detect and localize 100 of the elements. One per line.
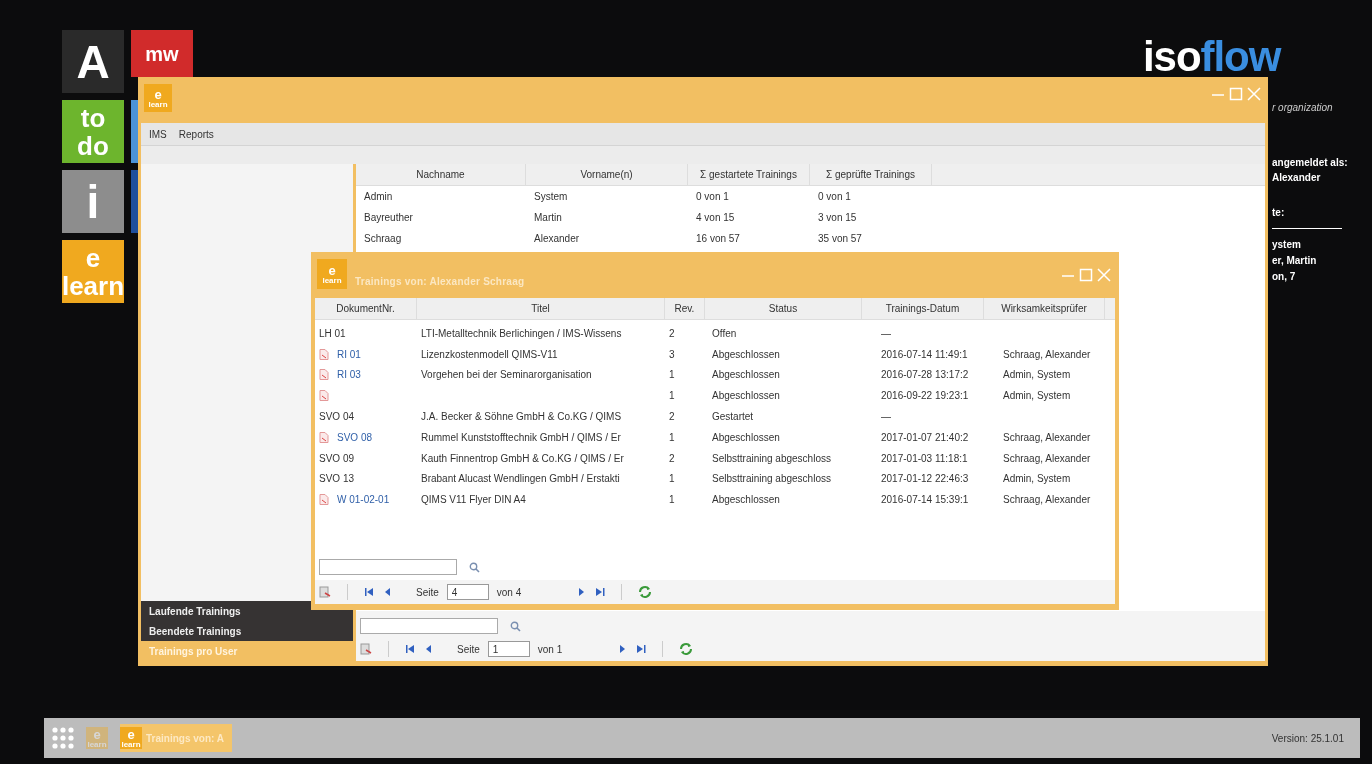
table-cell-text: Bayreuther <box>363 211 414 225</box>
document-number: LH 01 <box>319 326 346 341</box>
search-field[interactable] <box>319 559 457 575</box>
table-cell-text: Admin, System <box>1002 389 1071 404</box>
document-link[interactable]: RI 01 <box>337 346 361 362</box>
menu-item[interactable]: Reports <box>178 126 214 142</box>
app-tile[interactable]: mw <box>131 30 193 77</box>
document-icon[interactable] <box>319 369 329 381</box>
column-header[interactable]: Rev. <box>665 298 705 319</box>
document-link[interactable]: RI 03 <box>337 367 361 383</box>
logo-text: iso <box>1143 36 1201 78</box>
table-cell-text: 3 von 15 <box>817 211 858 225</box>
table-cell-text: 2 <box>669 326 675 341</box>
table-row[interactable]: SVO 09 Kauth Finnentrop GmbH & Co.KG / QIMS / Er 2 Selbsttraining abgeschloss 2017-01-03 11:18:1 Schraag, Alexander <box>315 447 1115 469</box>
document-link[interactable]: W 01-02-01 <box>337 492 390 508</box>
first-page-icon[interactable] <box>364 587 374 597</box>
document-icon[interactable] <box>319 390 329 402</box>
table-cell-text: 1 <box>669 430 675 445</box>
column-header[interactable]: Wirksamkeitsprüfer <box>984 298 1105 319</box>
page-input[interactable]: 4 <box>446 584 489 600</box>
document-number: SVO 09 <box>319 451 355 466</box>
maximize-icon[interactable] <box>1079 268 1093 282</box>
first-page-icon[interactable] <box>405 644 415 654</box>
app-tile[interactable]: A <box>62 30 124 93</box>
window-title: Trainings von: Alexander Schraag <box>355 274 525 289</box>
table-cell-text: 0 von 1 <box>695 190 730 204</box>
entry-text: ystem <box>1272 238 1302 252</box>
table-cell-text: Schraag, Alexander <box>1002 347 1091 362</box>
document-icon[interactable] <box>319 348 329 360</box>
table-row[interactable]: RI 03 Vorgehen bei der Seminarorganisation 1 Abgeschlossen 2016-07-28 13:17:2 Admin, System <box>315 364 1115 386</box>
elearn-icon: e learn <box>120 727 142 749</box>
version-text: Version: 25.1.01 <box>1271 731 1344 746</box>
tile-label: e <box>85 243 101 272</box>
table-cell-text: Admin, System <box>1002 368 1071 383</box>
table-cell-text: Abgeschlossen <box>712 389 780 404</box>
nav-item[interactable]: Laufende Trainings <box>141 601 353 621</box>
table-row[interactable]: 1 Abgeschlossen 2016-09-22 19:23:1 Admin, System <box>315 385 1115 407</box>
last-page-icon[interactable] <box>636 644 647 654</box>
export-icon[interactable] <box>360 643 372 655</box>
table-row[interactable]: LH 01 LTI-Metalltechnik Berlichingen / IMS-Wissens 2 Offen — <box>315 323 1115 344</box>
column-header[interactable]: Vorname(n) <box>526 164 688 185</box>
table-cell-text: Rummel Kunststofftechnik GmbH / QIMS / Er <box>421 430 621 445</box>
tile-label: learn <box>61 271 125 300</box>
column-header[interactable]: Σ gestartete Trainings <box>688 164 810 185</box>
search-field[interactable] <box>360 618 498 634</box>
table-cell-text: 2 <box>669 410 675 425</box>
app-grid-icon[interactable] <box>52 727 74 749</box>
app-tile[interactable] <box>131 170 138 233</box>
table-row[interactable]: SVO 13 Brabant Alucast Wendlingen GmbH / Erstakti 1 Selbsttraining abgeschloss 2017-01-12 22:46:3 Admin, System <box>315 468 1115 490</box>
document-link[interactable]: SVO 08 <box>337 429 373 445</box>
table-cell-text: 1 <box>669 389 675 404</box>
page-input[interactable]: 1 <box>487 641 530 657</box>
table-cell-text: Schraag, Alexander <box>1002 430 1091 445</box>
column-header[interactable]: DokumentNr. <box>315 298 417 319</box>
nav-item[interactable]: Beendete Trainings <box>141 621 353 641</box>
search-icon[interactable] <box>510 620 521 632</box>
refresh-icon[interactable] <box>638 585 653 599</box>
table-cell-text: 4 von 15 <box>695 211 736 225</box>
table-row[interactable]: RI 01 Lizenzkostenmodell QIMS-V11 3 Abgeschlossen 2016-07-14 11:49:1 Schraag, Alexander <box>315 343 1115 365</box>
column-header[interactable]: Status <box>705 298 862 319</box>
maximize-icon[interactable] <box>1229 87 1243 101</box>
table-cell-text: Admin, System <box>1002 472 1071 487</box>
elearn-icon: e learn <box>317 259 347 289</box>
table-row[interactable]: SVO 04 J.A. Becker & Söhne GmbH & Co.KG / QIMS 2 Gestartet — <box>315 406 1115 427</box>
table-cell-text: 1 <box>669 493 675 508</box>
close-icon[interactable] <box>1097 268 1111 282</box>
export-icon[interactable] <box>319 586 331 598</box>
table-cell-text: — <box>880 410 891 425</box>
search-icon[interactable] <box>469 561 480 573</box>
table-cell-text: LTI-Metalltechnik Berlichingen / IMS-Wissens <box>421 326 622 341</box>
table-cell-text: 2016-09-22 19:23:1 <box>880 389 969 404</box>
entry-text: on, 7 <box>1272 270 1297 284</box>
table-cell-text: Abgeschlossen <box>712 368 780 383</box>
last-page-icon[interactable] <box>595 587 606 597</box>
refresh-icon[interactable] <box>679 642 694 656</box>
table-cell-text: J.A. Becker & Söhne GmbH & Co.KG / QIMS <box>421 410 622 425</box>
table-cell-text: QIMS V11 Flyer DIN A4 <box>421 493 526 508</box>
table-cell-text: Schraag <box>363 232 403 246</box>
table-cell-text: System <box>533 190 569 204</box>
document-icon[interactable] <box>319 494 329 506</box>
menu-item[interactable]: IMS <box>149 126 167 142</box>
document-number: SVO 13 <box>319 472 355 487</box>
column-header[interactable]: Trainings-Datum <box>862 298 984 319</box>
table-cell-text: Offen <box>712 326 737 341</box>
column-header[interactable]: Σ geprüfte Trainings <box>810 164 932 185</box>
app-tile[interactable] <box>131 100 138 163</box>
table-cell-text: Admin <box>363 190 394 204</box>
table-row[interactable]: W 01-02-01 QIMS V11 Flyer DIN A4 1 Abgeschlossen 2016-07-14 15:39:1 Schraag, Alexander <box>315 489 1115 511</box>
entry-text: er, Martin <box>1272 254 1318 268</box>
elearn-icon: e learn <box>144 84 172 112</box>
document-number: SVO 04 <box>319 410 355 425</box>
tile-label: do <box>77 131 109 160</box>
column-header[interactable]: Titel <box>417 298 665 319</box>
section-title: te: <box>1272 206 1286 220</box>
close-icon[interactable] <box>1247 87 1261 101</box>
document-icon[interactable] <box>319 431 329 443</box>
table-cell-text: Brabant Alucast Wendlingen GmbH / Erstakti <box>421 472 620 487</box>
table-row[interactable]: SVO 08 Rummel Kunststofftechnik GmbH / QIMS / Er 1 Abgeschlossen 2017-01-07 21:40:2 Schraag, Alexander <box>315 427 1115 448</box>
column-header[interactable]: Nachname <box>356 164 526 185</box>
table-cell-text: 2 <box>669 451 675 466</box>
